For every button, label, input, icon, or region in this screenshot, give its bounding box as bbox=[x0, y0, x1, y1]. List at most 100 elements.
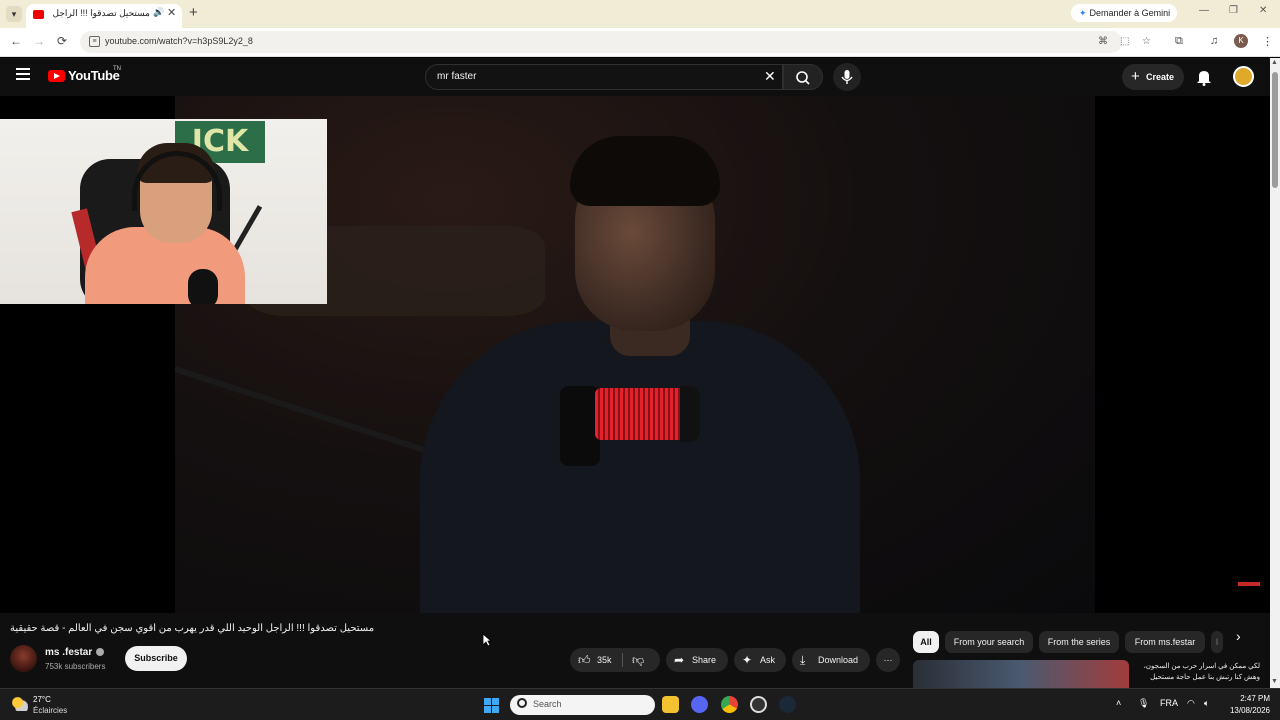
browser-toolbar: ← → ⟳ ≡ youtube.com/watch?v=h3pS9L2y2_8 … bbox=[0, 28, 1280, 57]
search-button[interactable] bbox=[783, 64, 823, 90]
scroll-down-icon[interactable]: ▼ bbox=[1271, 678, 1278, 685]
address-bar[interactable]: ≡ youtube.com/watch?v=h3pS9L2y2_8 ⌘ ⬚ ☆ bbox=[80, 31, 1151, 53]
verified-icon bbox=[96, 648, 105, 657]
subscribe-button[interactable]: Subscribe bbox=[125, 646, 187, 671]
tray-overflow-icon[interactable]: ˄ bbox=[1116, 698, 1121, 708]
input-language[interactable]: FRA bbox=[1160, 698, 1178, 708]
steam-icon[interactable] bbox=[779, 696, 796, 713]
media-controls-icon[interactable]: ♫ bbox=[1210, 35, 1218, 47]
profile-avatar[interactable]: K bbox=[1234, 34, 1248, 48]
address-url[interactable]: youtube.com/watch?v=h3pS9L2y2_8 bbox=[105, 36, 253, 46]
download-button[interactable]: ⤓ Download bbox=[792, 648, 870, 672]
forward-icon[interactable]: → bbox=[33, 34, 45, 48]
extensions-icon[interactable]: ⧉ bbox=[1175, 35, 1183, 48]
tab-title: مستحيل تصدقوا !!! الراجل الو bbox=[50, 8, 150, 18]
gemini-spark-icon: ✦ bbox=[1079, 8, 1087, 18]
install-app-icon[interactable]: ⬚ bbox=[1120, 36, 1129, 47]
browser-menu-icon[interactable]: ⋮ bbox=[1262, 35, 1273, 48]
browser-tab-strip: ▾ مستحيل تصدقوا !!! الراجل الو 🔊 ✕ + ✦ De… bbox=[0, 0, 1280, 28]
channel-name-text[interactable]: ms .festar bbox=[45, 647, 92, 658]
facecam-overlay: ICK bbox=[0, 119, 327, 304]
create-button[interactable]: + Create bbox=[1122, 64, 1184, 90]
channel-avatar[interactable] bbox=[10, 645, 37, 672]
video-details: مستحيل تصدقوا !!! الراجل الوحيد اللي قدر… bbox=[0, 613, 1270, 688]
scroll-thumb[interactable] bbox=[1272, 72, 1278, 188]
video-microphone bbox=[595, 388, 690, 440]
video-progress-marker bbox=[1238, 582, 1260, 586]
site-info-icon[interactable]: ≡ bbox=[89, 36, 100, 47]
filter-chip-overflow[interactable]: I bbox=[1211, 631, 1223, 653]
like-count[interactable]: 35k bbox=[597, 648, 612, 672]
menu-icon[interactable] bbox=[16, 68, 30, 80]
reload-icon[interactable]: ⟳ bbox=[57, 34, 67, 48]
browser-tab[interactable]: مستحيل تصدقوا !!! الراجل الو 🔊 ✕ bbox=[26, 4, 182, 28]
volume-icon[interactable]: 🔈︎ bbox=[1204, 698, 1209, 709]
youtube-page: YouTube TN mr faster ✕ + Create ICK مستح… bbox=[0, 58, 1270, 688]
window-close-icon[interactable]: ✕ bbox=[1259, 5, 1267, 16]
clock-time[interactable]: 2:47 PM bbox=[1222, 694, 1270, 703]
voice-search-button[interactable] bbox=[833, 63, 861, 91]
subscriber-count: 753k subscribers bbox=[45, 662, 106, 671]
ask-button[interactable]: ✦ Ask bbox=[734, 648, 786, 672]
plus-icon: + bbox=[1131, 68, 1140, 85]
create-label: Create bbox=[1146, 72, 1175, 82]
obs-icon[interactable] bbox=[750, 696, 767, 713]
weather-icon[interactable] bbox=[12, 697, 28, 711]
weather-description[interactable]: Éclaircies bbox=[33, 706, 67, 715]
minimize-icon[interactable]: — bbox=[1199, 5, 1209, 16]
windows-start-icon[interactable] bbox=[484, 698, 499, 713]
weather-temperature[interactable]: 27°C bbox=[33, 695, 51, 704]
user-avatar[interactable] bbox=[1233, 66, 1254, 87]
thumbs-up-icon[interactable]: 👍︎ bbox=[578, 648, 591, 672]
clock-date[interactable]: 13/08/2026 bbox=[1222, 706, 1270, 715]
tab-close-icon[interactable]: ✕ bbox=[167, 6, 176, 19]
gemini-button[interactable]: ✦ Demander à Gemini bbox=[1071, 4, 1177, 22]
search-input[interactable]: mr faster ✕ bbox=[425, 64, 783, 90]
speaker-icon[interactable]: 🔊 bbox=[153, 7, 164, 18]
video-player[interactable]: ICK bbox=[0, 96, 1270, 613]
thumbs-down-icon[interactable]: 👎︎ bbox=[632, 648, 644, 672]
download-icon: ⤓ bbox=[800, 653, 806, 667]
like-dislike-group: 👍︎ 35k 👎︎ bbox=[570, 648, 660, 672]
youtube-country-code: TN bbox=[113, 66, 121, 72]
page-scrollbar[interactable]: ▲ ▼ bbox=[1270, 58, 1280, 688]
notifications-bell-icon[interactable] bbox=[1196, 68, 1212, 91]
search-icon bbox=[517, 698, 527, 708]
filter-chip-all[interactable]: All bbox=[913, 631, 939, 653]
taskbar-search-placeholder: Search bbox=[533, 699, 562, 709]
more-actions-button[interactable]: ⋯ bbox=[876, 648, 900, 672]
wifi-icon[interactable]: ◠ bbox=[1187, 698, 1195, 709]
chevron-right-icon[interactable]: › bbox=[1236, 628, 1241, 644]
search-query[interactable]: mr faster bbox=[437, 71, 476, 82]
video-mic-mount bbox=[560, 386, 600, 466]
new-tab-button[interactable]: + bbox=[189, 4, 198, 21]
translate-icon[interactable]: ⌘ bbox=[1098, 36, 1108, 47]
search-icon bbox=[796, 71, 810, 85]
recommendation-title[interactable]: لكي ممكن في اسرار حرب من السجون، وهش كنا… bbox=[1134, 661, 1260, 683]
maximize-icon[interactable]: ❐ bbox=[1229, 5, 1238, 16]
taskbar-search[interactable]: Search bbox=[510, 695, 655, 715]
share-button[interactable]: ➦ Share bbox=[666, 648, 728, 672]
discord-icon[interactable] bbox=[691, 696, 708, 713]
video-person-body bbox=[420, 321, 860, 613]
scroll-up-icon[interactable]: ▲ bbox=[1271, 59, 1278, 66]
back-icon[interactable]: ← bbox=[10, 34, 22, 48]
filter-chip-search[interactable]: From your search bbox=[945, 631, 1033, 653]
screen: ▾ مستحيل تصدقوا !!! الراجل الو 🔊 ✕ + ✦ De… bbox=[0, 0, 1280, 720]
filter-chip-series[interactable]: From the series bbox=[1039, 631, 1119, 653]
sparkle-icon: ✦ bbox=[742, 653, 753, 667]
ask-label: Ask bbox=[760, 655, 776, 665]
chrome-icon[interactable] bbox=[721, 696, 738, 713]
recommendation-thumbnail[interactable] bbox=[913, 660, 1129, 688]
filter-chip-channel[interactable]: From ms.festar bbox=[1125, 631, 1205, 653]
file-explorer-icon[interactable] bbox=[662, 696, 679, 713]
bookmark-star-icon[interactable]: ☆ bbox=[1142, 36, 1151, 47]
youtube-logo-icon[interactable] bbox=[48, 70, 65, 82]
tab-search-icon[interactable]: ▾ bbox=[6, 6, 22, 22]
facecam-microphone bbox=[188, 269, 218, 304]
youtube-logo-text[interactable]: YouTube bbox=[68, 68, 120, 83]
like-divider bbox=[622, 653, 623, 667]
channel-name[interactable]: ms .festar bbox=[45, 647, 105, 658]
clear-search-icon[interactable]: ✕ bbox=[764, 68, 776, 85]
tray-microphone-icon[interactable]: 🎙︎ bbox=[1138, 698, 1149, 709]
